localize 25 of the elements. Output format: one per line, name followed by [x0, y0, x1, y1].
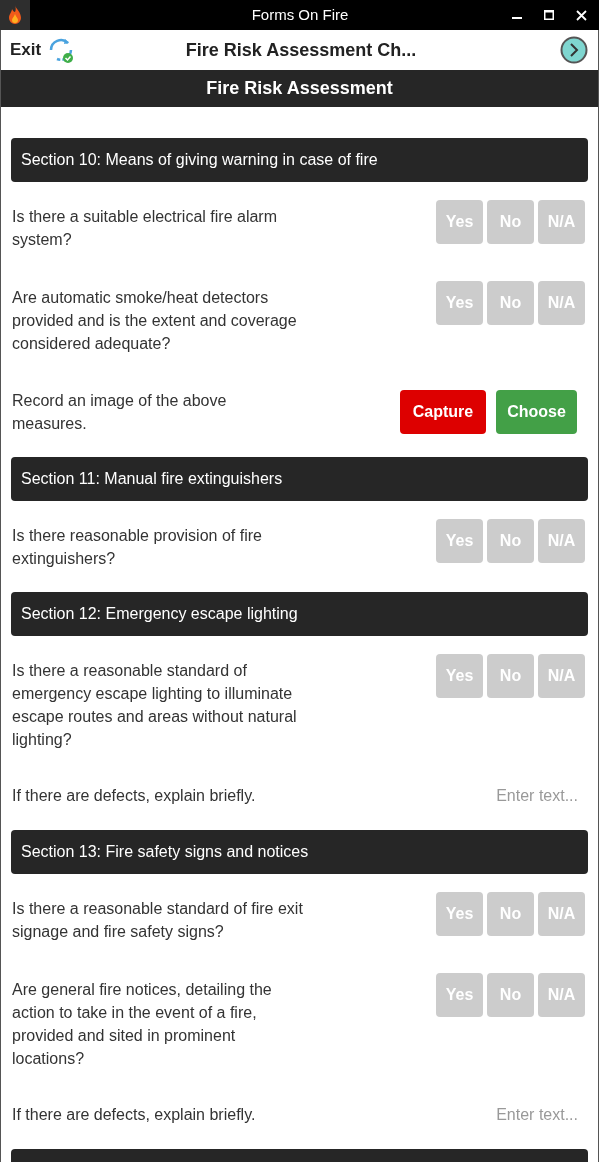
- text-input-field[interactable]: Enter text...: [468, 784, 578, 808]
- exit-button[interactable]: Exit: [10, 37, 42, 63]
- page-header: Fire Risk Assessment: [1, 70, 598, 107]
- question-text: Record an image of the above measures.: [12, 391, 228, 434]
- sync-icon[interactable]: [47, 36, 76, 64]
- question-text: Is there a reasonable standard of emergency escape lighting to illuminate escape routes and areas without natural lighting?: [12, 661, 298, 750]
- question-text: Is there reasonable provision of fire extinguishers?: [12, 526, 263, 569]
- choose-button[interactable]: Choose: [496, 390, 577, 434]
- field-label: If there are defects, explain briefly.: [12, 786, 256, 806]
- section-header: Section 12: Emergency escape lighting: [11, 592, 588, 636]
- text-input-field[interactable]: Enter text...: [468, 1103, 578, 1127]
- capture-button[interactable]: Capture: [400, 390, 486, 434]
- maximize-icon[interactable]: [544, 10, 554, 20]
- section-header: Section 10: Means of giving warning in case of fire: [11, 138, 588, 182]
- section-header: Section 13: Fire safety signs and notices: [11, 830, 588, 874]
- section-header: Section 11: Manual fire extinguishers: [11, 457, 588, 501]
- question-text: Are general fire notices, detailing the action to take in the event of a fire, provided and sited in prominent locations?: [12, 980, 273, 1069]
- close-icon[interactable]: [576, 9, 587, 21]
- form-title: Fire Risk Assessment Ch...: [184, 38, 418, 62]
- question-text: Is there a reasonable standard of fire exit signage and fire safety signs?: [12, 899, 304, 942]
- question-text: Is there a suitable electrical fire alarm system?: [12, 207, 278, 250]
- window-title: Forms On Fire: [250, 4, 350, 25]
- field-label: If there are defects, explain briefly.: [12, 1105, 256, 1125]
- question-text: Are automatic smoke/heat detectors provided and is the extent and coverage considered adequate?: [12, 288, 298, 354]
- flame-icon: [8, 5, 22, 25]
